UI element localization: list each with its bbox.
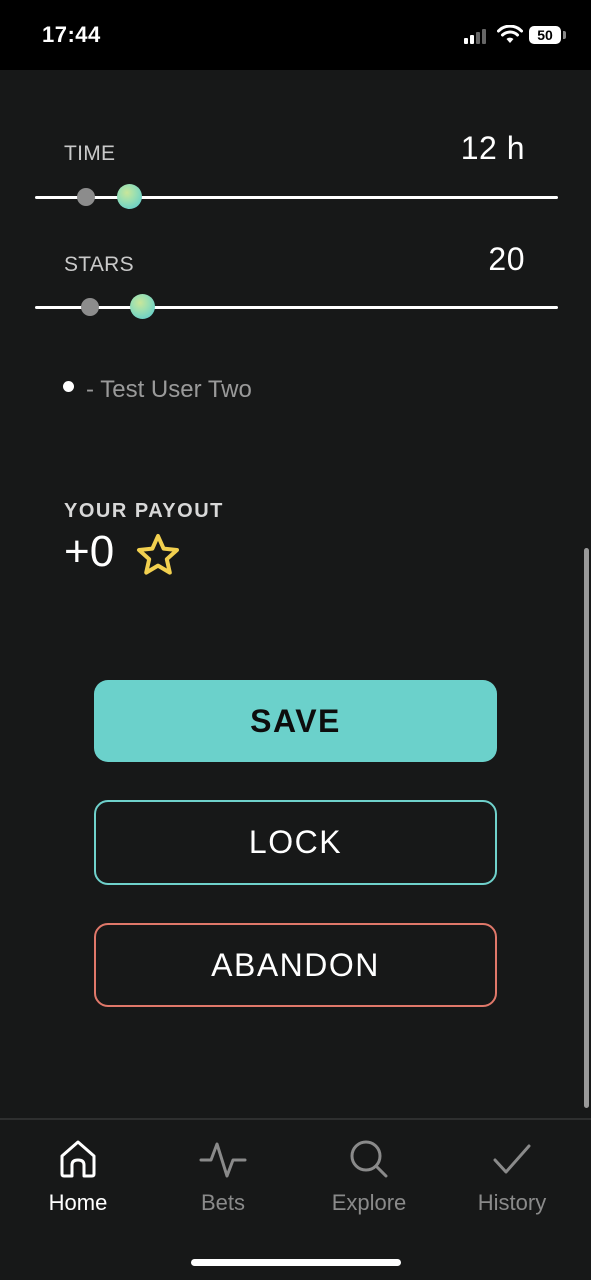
save-button[interactable]: SAVE xyxy=(94,680,497,762)
time-slider-track[interactable] xyxy=(35,196,558,199)
nav-item-explore[interactable]: Explore xyxy=(309,1138,429,1216)
nav-label-home: Home xyxy=(48,1190,108,1215)
abandon-button[interactable]: ABANDON xyxy=(94,923,497,1007)
time-slider-start-marker xyxy=(77,188,95,206)
payout-value: +0 xyxy=(64,527,115,576)
activity-icon xyxy=(199,1142,247,1178)
stars-slider-track[interactable] xyxy=(35,306,558,309)
nav-label-explore: Explore xyxy=(331,1190,407,1215)
battery-tip xyxy=(563,31,566,39)
nav-item-history[interactable]: History xyxy=(452,1138,572,1216)
battery-icon: 50 xyxy=(529,26,561,44)
home-icon xyxy=(60,1140,96,1178)
wifi-icon xyxy=(497,25,523,43)
time-label: TIME xyxy=(64,142,116,165)
lock-button[interactable]: LOCK xyxy=(94,800,497,885)
nav-item-bets[interactable]: Bets xyxy=(163,1138,283,1216)
scrollbar[interactable] xyxy=(584,548,589,1108)
nav-label-history: History xyxy=(477,1190,547,1215)
payout-label: YOUR PAYOUT xyxy=(64,500,224,522)
participant-bullet xyxy=(63,381,74,392)
cellular-signal-icon xyxy=(464,28,490,44)
home-indicator xyxy=(191,1259,401,1266)
stars-label: STARS xyxy=(64,253,134,276)
status-time: 17:44 xyxy=(42,22,101,47)
stars-value: 20 xyxy=(488,241,525,277)
time-slider-thumb[interactable] xyxy=(117,184,142,209)
stars-slider-thumb[interactable] xyxy=(130,294,155,319)
star-icon xyxy=(137,534,179,575)
participant-name: - Test User Two xyxy=(86,376,252,403)
stars-slider-start-marker xyxy=(81,298,99,316)
time-value: 12 h xyxy=(460,130,525,166)
search-icon xyxy=(350,1140,388,1178)
nav-item-home[interactable]: Home xyxy=(18,1138,138,1216)
nav-label-bets: Bets xyxy=(200,1190,246,1215)
status-bar: 17:44 50 xyxy=(0,0,591,70)
check-icon xyxy=(493,1144,531,1174)
nav-divider xyxy=(0,1118,591,1120)
